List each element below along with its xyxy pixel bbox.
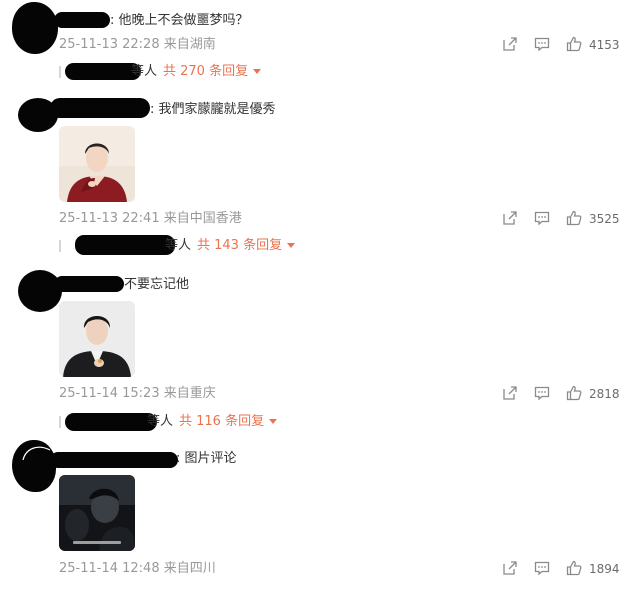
portrait-image — [59, 126, 135, 202]
share-icon[interactable] — [502, 210, 518, 226]
avatar-scribble — [22, 446, 51, 461]
avatar[interactable] — [12, 2, 58, 54]
comment-actions: 1894 — [500, 560, 634, 578]
like-count: 1894 — [589, 562, 620, 576]
comment-meta: 25-11-14 12:48 来自四川 — [59, 561, 216, 576]
reply-count-link[interactable]: 共 143 条回复 — [197, 238, 296, 254]
reply-tail-text: 等人 — [131, 64, 158, 79]
reply-divider — [59, 66, 61, 78]
thumbs-up-icon[interactable] — [566, 385, 582, 401]
username[interactable] — [50, 452, 178, 468]
reply-summary[interactable]: 等人 共 270 条回复 — [59, 63, 359, 83]
share-icon[interactable] — [502, 385, 518, 401]
comment-meta: 25-11-14 15:23 来自重庆 — [59, 386, 216, 401]
share-icon[interactable] — [502, 560, 518, 576]
thumbs-up-icon[interactable] — [566, 36, 582, 52]
reply-tail-text: 等人 — [165, 238, 192, 253]
thumbs-up-icon[interactable] — [566, 210, 582, 226]
caret-down-icon — [269, 419, 278, 424]
reply-count-link[interactable]: 共 116 条回复 — [179, 414, 278, 430]
username[interactable] — [54, 276, 124, 292]
comment-image[interactable] — [59, 126, 135, 202]
caret-down-icon — [253, 69, 262, 74]
comment-item: 不要忘记他 25-11-14 15:23 来自重庆 2818 等人 共 116 … — [0, 266, 634, 440]
reply-divider — [59, 240, 61, 252]
comment-actions: 3525 — [500, 210, 634, 228]
avatar[interactable] — [18, 270, 62, 312]
comment-text: : 他晚上不会做噩梦吗？ — [110, 13, 249, 28]
like-count: 2818 — [589, 387, 620, 401]
replier-names — [65, 63, 141, 80]
comment-item: : 他晚上不会做噩梦吗？ 25-11-13 22:28 来自湖南 4153 等人… — [0, 0, 634, 90]
username[interactable] — [50, 98, 150, 118]
comment-icon[interactable] — [534, 385, 550, 401]
comment-text: 不要忘记他 — [124, 277, 190, 292]
comment-image[interactable] — [59, 301, 135, 377]
comment-actions: 4153 — [500, 36, 634, 54]
comment-icon[interactable] — [534, 210, 550, 226]
caret-down-icon — [287, 243, 296, 248]
comment-text: : 我們家朦朧就是優秀 — [150, 102, 276, 117]
username[interactable] — [54, 12, 110, 28]
thumbs-up-icon[interactable] — [566, 560, 582, 576]
like-count: 4153 — [589, 38, 620, 52]
replier-names — [75, 235, 175, 255]
share-icon[interactable] — [502, 36, 518, 52]
reply-summary[interactable]: 等人 共 116 条回复 — [59, 413, 359, 433]
comment-meta: 25-11-13 22:41 来自中国香港 — [59, 211, 242, 226]
like-count: 3525 — [589, 212, 620, 226]
comment-icon[interactable] — [534, 36, 550, 52]
reply-summary[interactable]: 等人 共 143 条回复 — [59, 235, 359, 257]
reply-tail-text: 等人 — [147, 414, 174, 429]
video-still-image — [59, 475, 135, 551]
comment-item: : 图片评论 25-11-14 12:48 来自四川 1894 — [0, 440, 634, 589]
comment-text: : 图片评论 — [176, 451, 237, 466]
comment-image[interactable] — [59, 475, 135, 551]
replier-names — [65, 413, 157, 431]
portrait-image — [59, 301, 135, 377]
reply-divider — [59, 416, 61, 428]
reply-count-link[interactable]: 共 270 条回复 — [163, 64, 262, 80]
comment-item: : 我們家朦朧就是優秀 25-11-13 22:41 来自中国香港 3525 等… — [0, 90, 634, 266]
comment-actions: 2818 — [500, 385, 634, 403]
comment-meta: 25-11-13 22:28 来自湖南 — [59, 37, 216, 52]
comment-icon[interactable] — [534, 560, 550, 576]
